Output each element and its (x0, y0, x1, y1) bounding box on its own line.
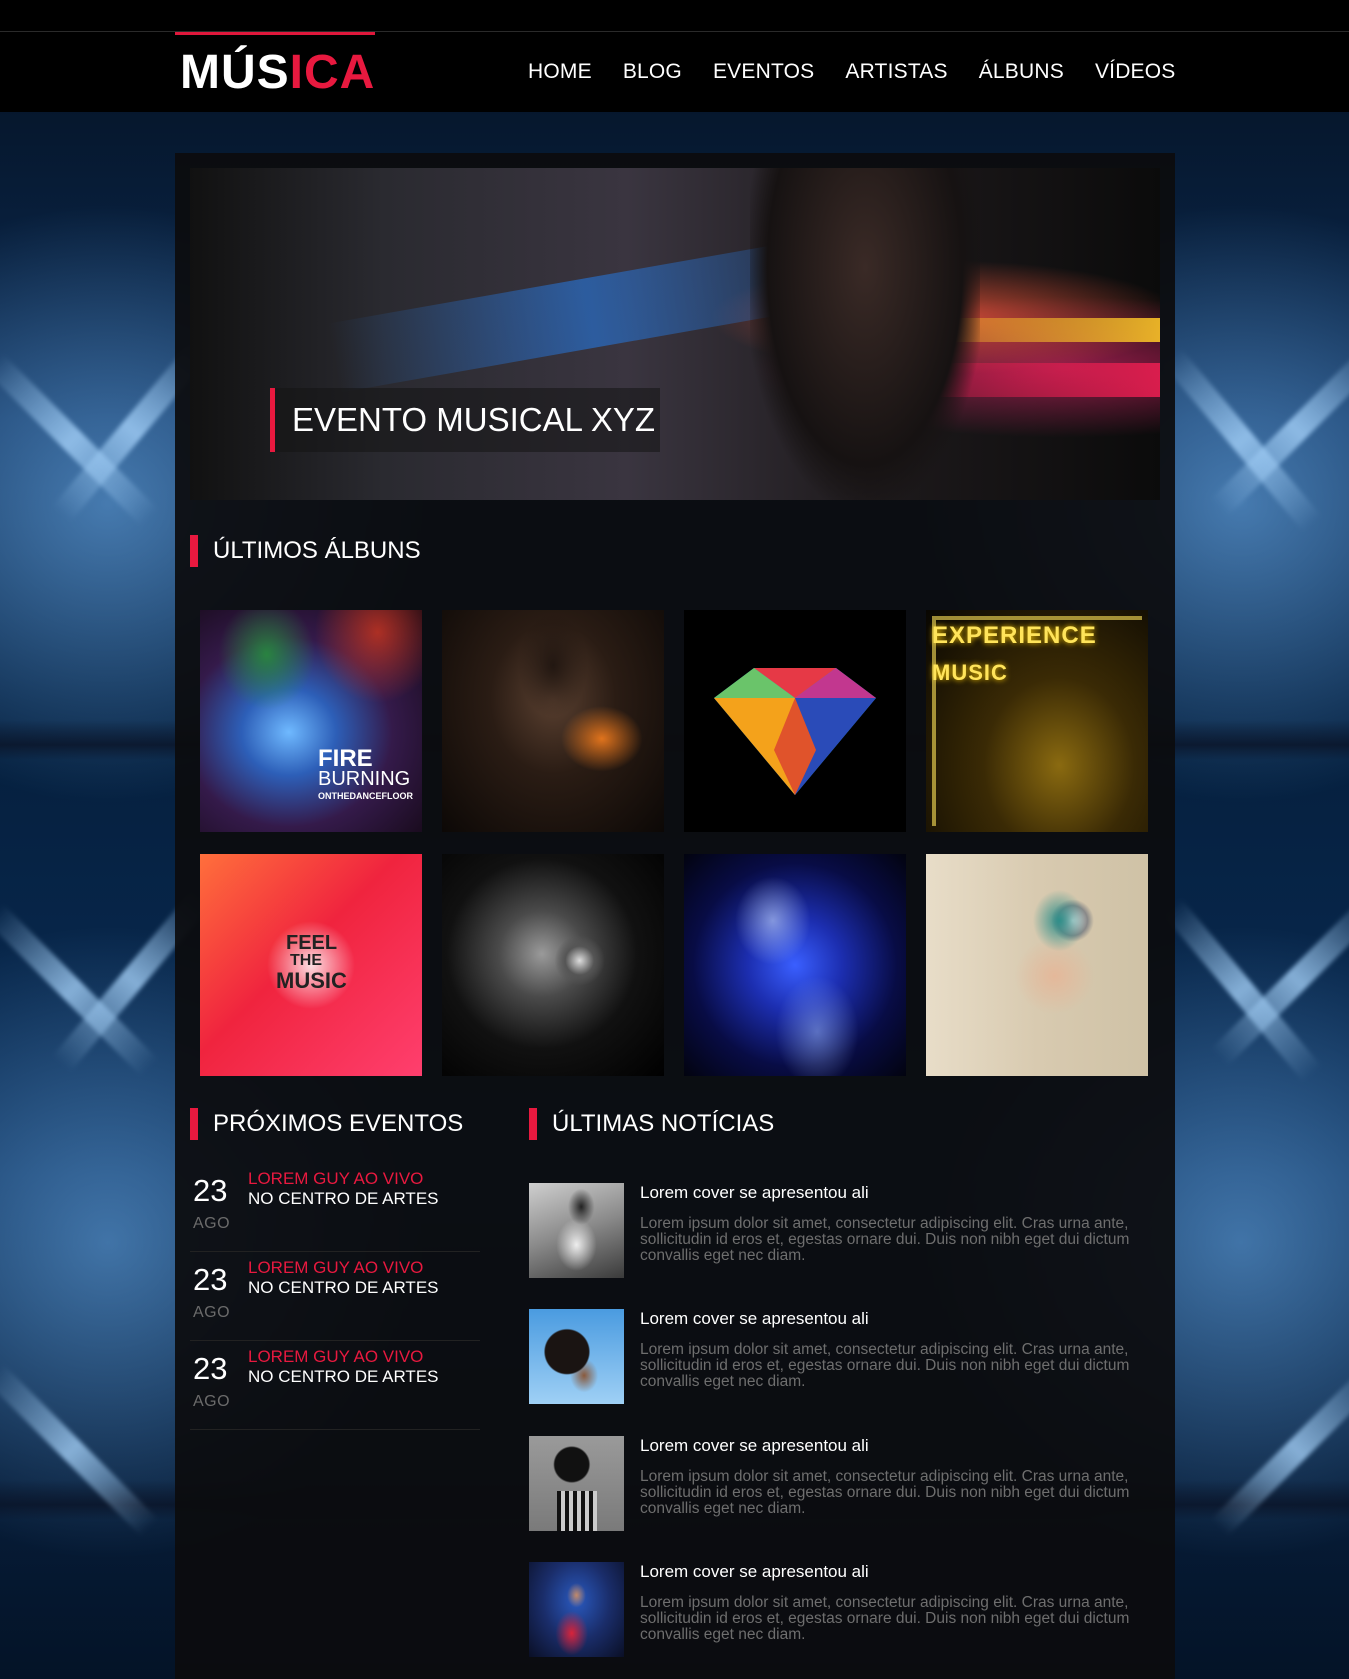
news-title[interactable]: Lorem cover se apresentou ali (640, 1562, 869, 1582)
news-title[interactable]: Lorem cover se apresentou ali (640, 1183, 869, 1203)
event-item[interactable]: 23 AGO LOREM GUY AO VIVO NO CENTRO DE AR… (190, 1341, 480, 1430)
album-experience-music[interactable]: EXPERIENCE MUSIC (926, 610, 1148, 832)
event-month: AGO (193, 1215, 231, 1232)
nav-blog[interactable]: BLOG (623, 60, 682, 84)
events-section-title: PRÓXIMOS EVENTOS (190, 1108, 463, 1140)
event-day: 23 (193, 1351, 228, 1386)
event-place: NO CENTRO DE ARTES (248, 1278, 439, 1297)
news-thumbnail[interactable] (529, 1436, 624, 1531)
news-item[interactable]: Lorem cover se apresentou ali Lorem ipsu… (529, 1309, 1169, 1409)
news-title[interactable]: Lorem cover se apresentou ali (640, 1309, 869, 1329)
main-nav: HOME BLOG EVENTOS ARTISTAS ÁLBUNS VÍDEOS (528, 32, 1207, 112)
site-logo[interactable]: MÚSICA (175, 32, 375, 112)
event-item[interactable]: 23 AGO LOREM GUY AO VIVO NO CENTRO DE AR… (190, 1163, 480, 1252)
news-section-title: ÚLTIMAS NOTÍCIAS (529, 1108, 774, 1140)
event-name: LOREM GUY AO VIVO (248, 1258, 424, 1277)
album-art (442, 610, 664, 832)
news-title[interactable]: Lorem cover se apresentou ali (640, 1436, 869, 1456)
hero-dancer-figure (750, 168, 980, 500)
album-text-3: ONTHEDANCEFLOOR (318, 791, 413, 801)
news-body: Lorem ipsum dolor sit amet, consectetur … (640, 1215, 1130, 1264)
site-header: MÚSICA HOME BLOG EVENTOS ARTISTAS ÁLBUNS… (0, 32, 1349, 112)
headphones-icon (926, 854, 1148, 1076)
album-headphones-bw[interactable] (442, 854, 664, 1076)
event-month: AGO (193, 1393, 231, 1410)
event-month: AGO (193, 1304, 231, 1321)
news-photo (529, 1562, 624, 1657)
event-name: LOREM GUY AO VIVO (248, 1347, 424, 1366)
album-headphones-color[interactable] (926, 854, 1148, 1076)
album-diamond[interactable] (684, 610, 906, 832)
nav-artistas[interactable]: ARTISTAS (845, 60, 947, 84)
news-photo (529, 1309, 624, 1404)
nav-albuns[interactable]: ÁLBUNS (979, 60, 1064, 84)
event-name: LOREM GUY AO VIVO (248, 1169, 424, 1188)
news-thumbnail[interactable] (529, 1183, 624, 1278)
event-place: NO CENTRO DE ARTES (248, 1367, 439, 1386)
album-art (684, 854, 906, 1076)
news-body: Lorem ipsum dolor sit amet, consectetur … (640, 1594, 1130, 1643)
nav-home[interactable]: HOME (528, 60, 592, 84)
nav-videos[interactable]: VÍDEOS (1095, 60, 1176, 84)
news-body: Lorem ipsum dolor sit amet, consectetur … (640, 1468, 1130, 1517)
album-feel-the-music[interactable]: FEEL THE MUSIC (200, 854, 422, 1076)
news-thumbnail[interactable] (529, 1562, 624, 1657)
news-item[interactable]: Lorem cover se apresentou ali Lorem ipsu… (529, 1183, 1169, 1283)
album-neon-dj[interactable] (684, 854, 906, 1076)
album-text-2: BURNING (318, 768, 411, 790)
event-item[interactable]: 23 AGO LOREM GUY AO VIVO NO CENTRO DE AR… (190, 1252, 480, 1341)
news-photo (529, 1436, 624, 1531)
news-thumbnail[interactable] (529, 1309, 624, 1404)
top-strip (0, 0, 1349, 32)
main-content: EVENTO MUSICAL XYZ ÚLTIMOS ÁLBUNS FIRE B… (175, 153, 1175, 1679)
album-text-3: MUSIC (276, 968, 347, 993)
diamond-icon (714, 668, 876, 795)
album-fire-burning[interactable]: FIRE BURNING ONTHEDANCEFLOOR (200, 610, 422, 832)
news-item[interactable]: Lorem cover se apresentou ali Lorem ipsu… (529, 1436, 1169, 1536)
album-hooded-figure[interactable] (442, 610, 664, 832)
neon-frame (932, 616, 1142, 826)
news-body: Lorem ipsum dolor sit amet, consectetur … (640, 1341, 1130, 1390)
logo-text-white: MÚS (180, 46, 290, 99)
nav-eventos[interactable]: EVENTOS (713, 60, 814, 84)
headphones-icon (442, 854, 664, 1076)
event-day: 23 (193, 1173, 228, 1208)
event-place: NO CENTRO DE ARTES (248, 1189, 439, 1208)
hero-banner[interactable]: EVENTO MUSICAL XYZ (190, 168, 1160, 500)
logo-text-red: ICA (289, 46, 376, 99)
news-item[interactable]: Lorem cover se apresentou ali Lorem ipsu… (529, 1562, 1169, 1662)
hero-caption: EVENTO MUSICAL XYZ (270, 388, 660, 452)
event-day: 23 (193, 1262, 228, 1297)
albums-section-title: ÚLTIMOS ÁLBUNS (190, 535, 421, 567)
news-photo (529, 1183, 624, 1278)
